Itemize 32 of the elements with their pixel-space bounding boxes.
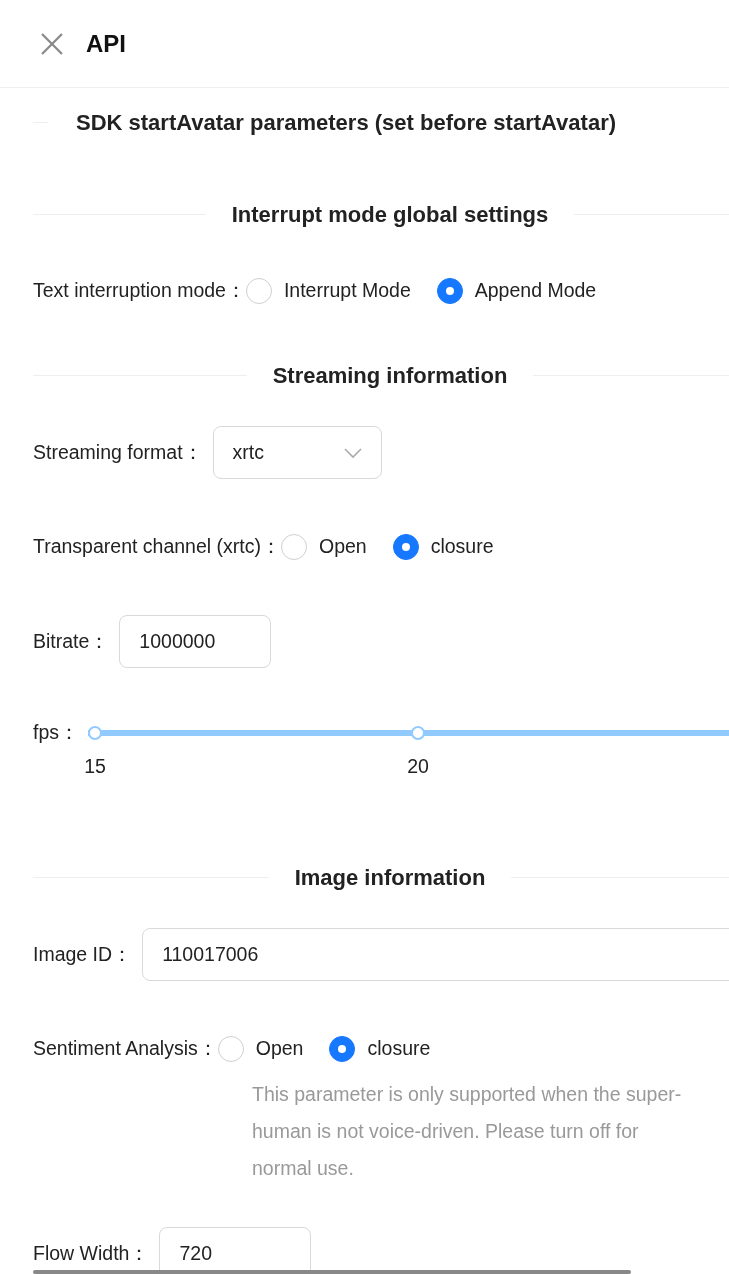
field-label: Streaming format： [33,439,203,465]
scrollbar[interactable] [33,1270,631,1274]
field-label: Bitrate： [33,628,110,654]
radio-button[interactable] [392,534,419,560]
section-heading: SDK startAvatar parameters (set before startAvatar) [76,108,617,137]
section-title: Interrupt mode global settings [231,201,549,229]
section-title: Streaming information [272,362,508,390]
slider-mark-label: 20 [407,754,429,779]
radio-label[interactable]: Append Mode [474,276,597,306]
radio-button[interactable] [436,278,463,304]
dropdown[interactable]: xrtc [212,426,382,479]
radio-label[interactable]: closure [367,1034,431,1064]
field-label: fps： [33,720,79,745]
caret-icon [343,446,362,459]
field-label: Transparent channel (xrtc)： [33,534,281,560]
field-label: Image ID： [33,941,133,967]
radio-label[interactable]: Open [255,1034,304,1064]
help-text: This parameter is only supported when the super-human is not voice-driven. Please turn off for normal use. [252,1082,683,1181]
panel-title: API [86,28,126,59]
radio-label[interactable]: Open [318,532,367,562]
field-label: Text interruption mode： [33,278,246,304]
section-title: Image information [294,864,486,892]
close-icon[interactable] [40,31,64,56]
slider-mark-label: 15 [84,754,106,779]
field-label: Flow Width： [33,1240,150,1266]
radio-button[interactable] [329,1036,356,1062]
radio-label[interactable]: Interrupt Mode [283,276,411,306]
input-field[interactable]: 110017006 [142,928,729,981]
dropdown-value: xrtc [232,439,264,465]
input-field[interactable]: 1000000 [119,615,272,668]
radio-label[interactable]: closure [430,532,494,562]
field-label: Sentiment Analysis： [33,1036,218,1062]
